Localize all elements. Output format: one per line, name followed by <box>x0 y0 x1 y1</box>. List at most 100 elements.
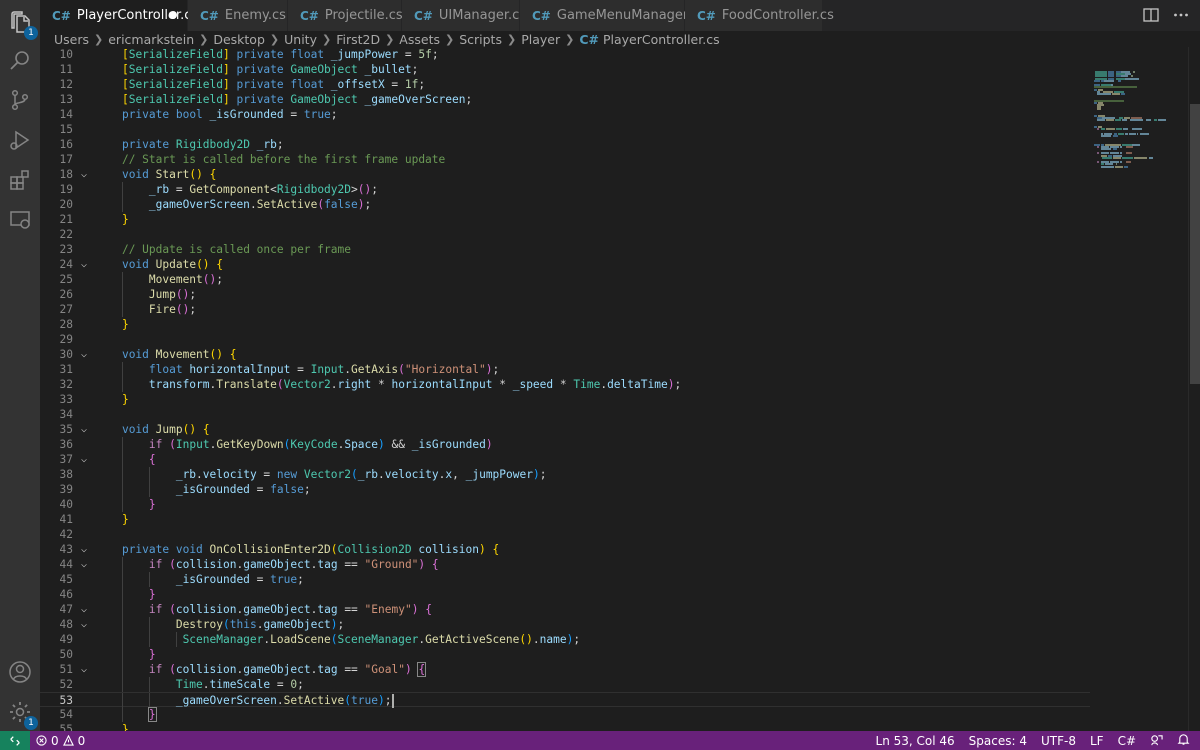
fold-chevron-icon[interactable]: ⌵ <box>81 617 87 632</box>
tab-foodcontroller[interactable]: C# FoodController.cs <box>685 0 834 31</box>
code-line[interactable]: 55 } <box>40 722 1090 731</box>
extensions-icon[interactable] <box>8 168 32 192</box>
breadcrumb-item[interactable]: Desktop <box>213 32 265 47</box>
code-line[interactable]: 52 Time.timeScale = 0; <box>40 677 1090 692</box>
code-line[interactable]: 14 private bool _isGrounded = true; <box>40 107 1090 122</box>
breadcrumb-item[interactable]: Unity <box>284 32 317 47</box>
fold-chevron-icon[interactable]: ⌵ <box>81 452 87 467</box>
fold-chevron-icon[interactable]: ⌵ <box>81 257 87 272</box>
tab-gamemenumanager[interactable]: C# GameMenuManager.cs <box>520 0 705 31</box>
code-line[interactable]: 12 [SerializeField] private float _offse… <box>40 77 1090 92</box>
unsaved-dot-icon[interactable] <box>169 11 177 19</box>
fold-chevron-icon[interactable]: ⌵ <box>81 602 87 617</box>
code-line[interactable]: 29 <box>40 332 1090 347</box>
code-line[interactable]: 31 float horizontalInput = Input.GetAxis… <box>40 362 1090 377</box>
code-line[interactable]: 25 Movement(); <box>40 272 1090 287</box>
code-line[interactable]: 37 ⌵ { <box>40 452 1090 467</box>
settings-gear-icon[interactable]: 1 <box>8 700 38 730</box>
split-editor-icon[interactable] <box>1142 6 1160 24</box>
vertical-scrollbar[interactable] <box>1188 47 1200 731</box>
code-line[interactable]: 16 private Rigidbody2D _rb; <box>40 137 1090 152</box>
code-line[interactable]: 13 [SerializeField] private GameObject _… <box>40 92 1090 107</box>
code-line[interactable]: 48 ⌵ Destroy(this.gameObject); <box>40 617 1090 632</box>
code-line[interactable]: 49 SceneManager.LoadScene(SceneManager.G… <box>40 632 1090 647</box>
code-line[interactable]: 39 _isGrounded = false; <box>40 482 1090 497</box>
code-line[interactable]: 42 <box>40 527 1090 542</box>
code-line[interactable]: 23 // Update is called once per frame <box>40 242 1090 257</box>
code-line[interactable]: 40 } <box>40 497 1090 512</box>
breadcrumb-item[interactable]: Users <box>54 32 89 47</box>
run-debug-icon[interactable] <box>8 128 32 152</box>
code-line[interactable]: 24 ⌵ void Update() { <box>40 257 1090 272</box>
fold-chevron-icon[interactable]: ⌵ <box>81 422 87 437</box>
code-line[interactable]: 50 } <box>40 647 1090 662</box>
account-icon[interactable] <box>8 660 32 684</box>
code-line[interactable]: 54 } <box>40 707 1090 722</box>
fold-chevron-icon[interactable]: ⌵ <box>81 557 87 572</box>
code-line[interactable]: 45 _isGrounded = true; <box>40 572 1090 587</box>
notifications-bell-icon[interactable] <box>1177 733 1190 749</box>
remote-explorer-icon[interactable] <box>8 208 32 232</box>
tab-playercontroller[interactable]: C# PlayerController.cs <box>40 0 198 31</box>
tab-enemy[interactable]: C# Enemy.cs <box>188 0 288 31</box>
search-icon[interactable] <box>8 48 32 72</box>
breadcrumb-item[interactable]: Player <box>521 32 560 47</box>
fold-chevron-icon[interactable]: ⌵ <box>81 167 87 182</box>
fold-chevron-icon[interactable]: ⌵ <box>81 662 87 677</box>
more-actions-icon[interactable] <box>1172 6 1190 24</box>
tab-projectile[interactable]: C# Projectile.cs <box>288 0 403 31</box>
minimap[interactable] <box>1090 47 1188 731</box>
code-line[interactable]: 35 ⌵ void Jump() { <box>40 422 1090 437</box>
code-line[interactable]: 44 ⌵ if (collision.gameObject.tag == "Gro… <box>40 557 1090 572</box>
code-line[interactable]: 21 } <box>40 212 1090 227</box>
code-line[interactable]: 43 ⌵ private void OnCollisionEnter2D(Coll… <box>40 542 1090 557</box>
code-line[interactable]: 51 ⌵ if (collision.gameObject.tag == "Goa… <box>40 662 1090 677</box>
source-control-icon[interactable] <box>8 88 32 112</box>
code-line[interactable]: 28 } <box>40 317 1090 332</box>
explorer-icon[interactable]: 1 <box>8 10 38 40</box>
code-line[interactable]: 26 Jump(); <box>40 287 1090 302</box>
code-line[interactable]: 33 } <box>40 392 1090 407</box>
tab-uimanager[interactable]: C# UIManager.cs <box>402 0 526 31</box>
code-line[interactable]: 11 [SerializeField] private GameObject _… <box>40 62 1090 77</box>
code-line[interactable]: 10 [SerializeField] private float _jumpP… <box>40 47 1090 62</box>
remote-indicator[interactable] <box>0 731 30 750</box>
code-token: } <box>121 393 129 406</box>
fold-chevron-icon[interactable]: ⌵ <box>81 542 87 557</box>
code-text: } <box>95 512 129 527</box>
encoding[interactable]: UTF-8 <box>1041 734 1076 748</box>
code-token: ( <box>351 468 358 481</box>
code-line[interactable]: 41 } <box>40 512 1090 527</box>
breadcrumb-item[interactable]: First2D <box>336 32 380 47</box>
end-of-line[interactable]: LF <box>1090 734 1104 748</box>
code-line[interactable]: 30 ⌵ void Movement() { <box>40 347 1090 362</box>
breadcrumb-item[interactable]: PlayerController.cs <box>603 32 720 47</box>
breadcrumb-item[interactable]: Assets <box>399 32 440 47</box>
code-line[interactable]: 36 if (Input.GetKeyDown(KeyCode.Space) &… <box>40 437 1090 452</box>
code-line[interactable]: 34 <box>40 407 1090 422</box>
language-mode[interactable]: C# <box>1118 734 1136 748</box>
code-line[interactable]: 17 // Start is called before the first f… <box>40 152 1090 167</box>
code-line[interactable]: 46 } <box>40 587 1090 602</box>
scrollbar-thumb[interactable] <box>1190 104 1200 384</box>
code-line[interactable]: 20 _gameOverScreen.SetActive(false); <box>40 197 1090 212</box>
fold-chevron-icon[interactable]: ⌵ <box>81 347 87 362</box>
code-line[interactable]: 32 transform.Translate(Vector2.right * h… <box>40 377 1090 392</box>
code-line[interactable]: 53 _gameOverScreen.SetActive(true); <box>40 692 1090 708</box>
code-line[interactable]: 27 Fire(); <box>40 302 1090 317</box>
code-editor[interactable]: 10 [SerializeField] private float _jumpP… <box>40 47 1090 731</box>
minimap-line <box>1134 156 1147 159</box>
indentation[interactable]: Spaces: 4 <box>969 734 1027 748</box>
code-line[interactable]: 38 _rb.velocity = new Vector2(_rb.veloci… <box>40 467 1090 482</box>
feedback-icon[interactable] <box>1150 733 1163 749</box>
breadcrumb-item[interactable]: Scripts <box>459 32 502 47</box>
problems-indicator[interactable]: 0 0 <box>36 731 85 750</box>
cursor-position[interactable]: Ln 53, Col 46 <box>876 734 955 748</box>
line-number: 25 <box>59 273 73 286</box>
code-line[interactable]: 15 <box>40 122 1090 137</box>
breadcrumb-item[interactable]: ericmarkstein <box>108 32 194 47</box>
code-line[interactable]: 18 ⌵ void Start() { <box>40 167 1090 182</box>
code-line[interactable]: 47 ⌵ if (collision.gameObject.tag == "Ene… <box>40 602 1090 617</box>
code-line[interactable]: 19 _rb = GetComponent<Rigidbody2D>(); <box>40 182 1090 197</box>
code-line[interactable]: 22 <box>40 227 1090 242</box>
